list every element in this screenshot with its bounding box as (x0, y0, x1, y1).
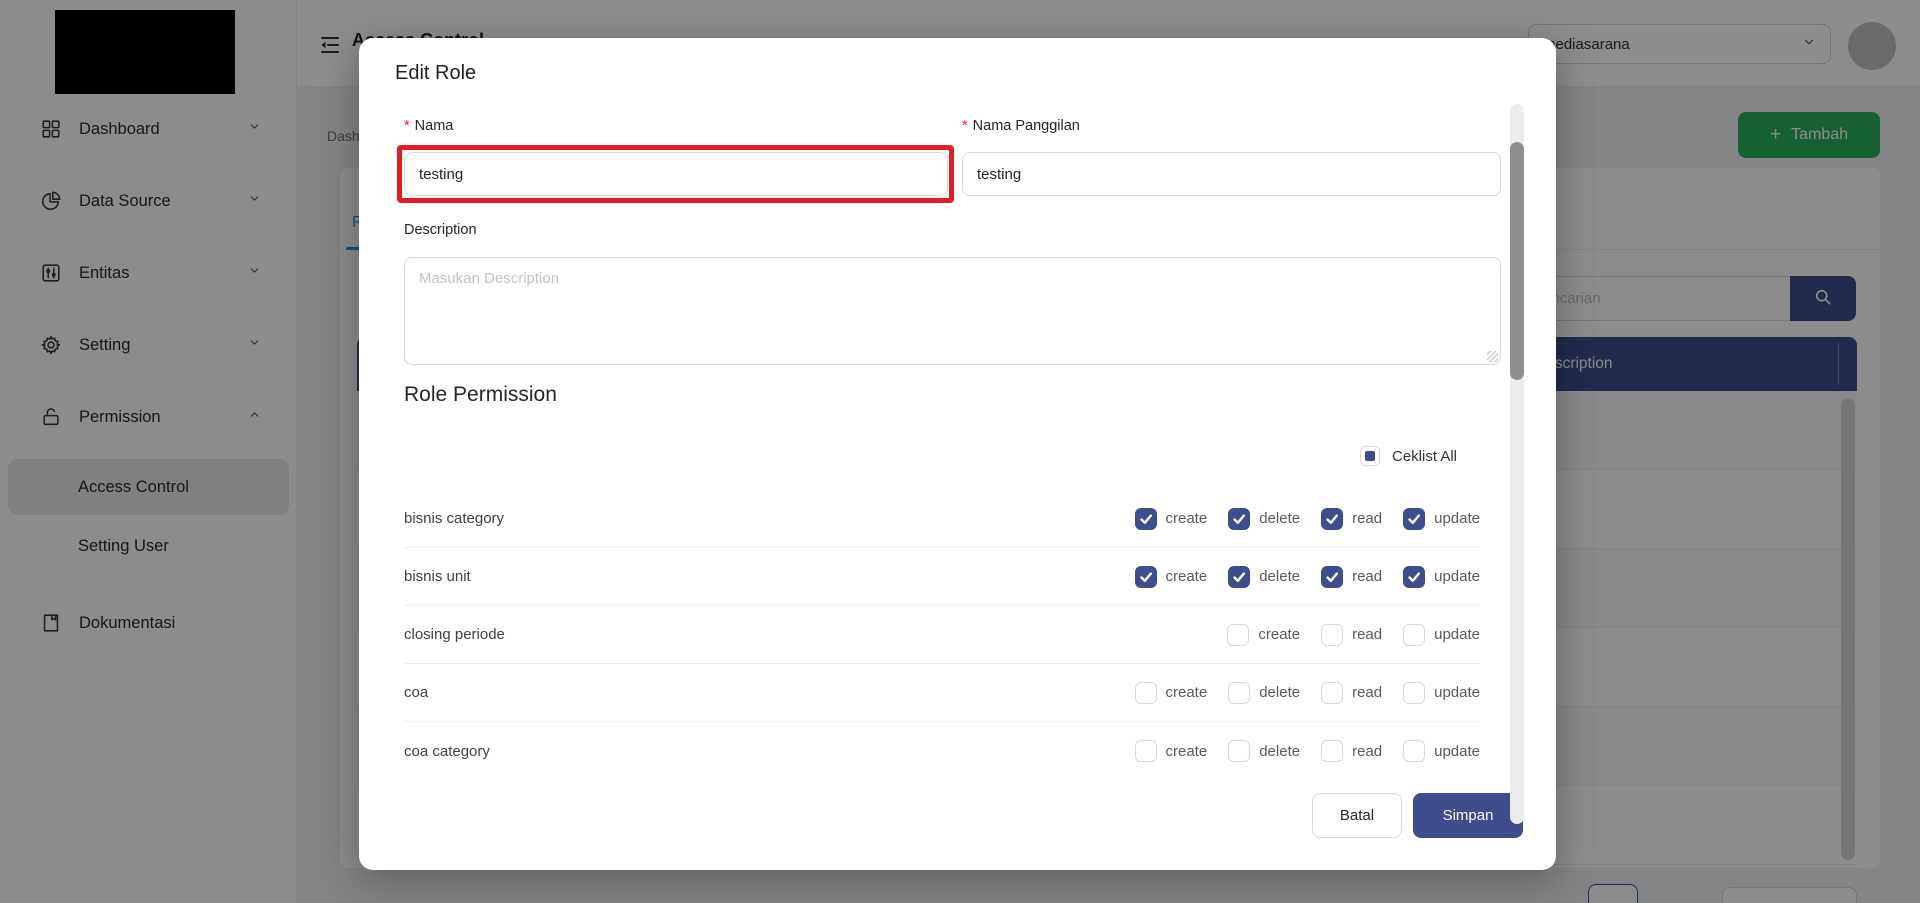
nama-label: *Nama (404, 118, 453, 134)
checkbox-label: read (1352, 510, 1382, 527)
role-permission-heading: Role Permission (404, 383, 557, 407)
checkbox-label: delete (1259, 510, 1300, 527)
checkbox-unchecked[interactable] (1321, 624, 1343, 646)
permission-checkbox-delete[interactable]: delete (1228, 566, 1300, 588)
checkbox-unchecked[interactable] (1321, 682, 1343, 704)
permission-checkbox-delete[interactable]: delete (1228, 682, 1300, 704)
checkbox-label: create (1258, 626, 1300, 643)
checkbox-unchecked[interactable] (1135, 682, 1157, 704)
checkbox-label: read (1352, 568, 1382, 585)
permission-checkbox-create[interactable]: create (1135, 508, 1208, 530)
checkbox-checked-icon[interactable] (1321, 566, 1343, 588)
permission-checkbox-update[interactable]: update (1403, 740, 1480, 762)
permission-checkbox-read[interactable]: read (1321, 740, 1382, 762)
permission-checkbox-create[interactable]: create (1227, 624, 1300, 646)
permission-checkbox-update[interactable]: update (1403, 508, 1480, 530)
permission-checkbox-read[interactable]: read (1321, 682, 1382, 704)
modal-scrollbar-thumb[interactable] (1510, 142, 1524, 380)
nama-panggilan-input[interactable] (962, 152, 1501, 196)
resize-handle-icon[interactable] (1487, 351, 1498, 362)
checkbox-label: read (1352, 684, 1382, 701)
checkbox-label: create (1166, 684, 1208, 701)
checkbox-label: delete (1259, 684, 1300, 701)
required-mark: * (404, 118, 410, 134)
checkbox-label: read (1352, 626, 1382, 643)
permission-actions: create delete read update (1135, 508, 1481, 530)
checkbox-unchecked[interactable] (1227, 624, 1249, 646)
permission-checkbox-read[interactable]: read (1321, 624, 1382, 646)
edit-role-modal: Edit Role *Nama *Nama Panggilan Descript… (359, 38, 1556, 870)
checkbox-label: update (1434, 568, 1480, 585)
checkbox-label: delete (1259, 743, 1300, 760)
permission-checkbox-create[interactable]: create (1135, 682, 1208, 704)
checkbox-checked-icon[interactable] (1135, 508, 1157, 530)
permission-checkbox-read[interactable]: read (1321, 508, 1382, 530)
permission-row: coa create delete read update (404, 664, 1480, 722)
checkbox-checked-icon[interactable] (1135, 566, 1157, 588)
permission-name: bisnis category (404, 510, 504, 527)
checkbox-checked-icon[interactable] (1403, 508, 1425, 530)
checkbox-label: create (1166, 568, 1208, 585)
permission-checkbox-create[interactable]: create (1135, 566, 1208, 588)
required-mark: * (962, 118, 968, 134)
checkbox-label: update (1434, 743, 1480, 760)
permission-checkbox-update[interactable]: update (1403, 624, 1480, 646)
checkbox-unchecked[interactable] (1228, 682, 1250, 704)
permission-name: closing periode (404, 626, 505, 643)
nama-panggilan-label: *Nama Panggilan (962, 118, 1080, 134)
check-all-label: Ceklist All (1392, 448, 1457, 465)
checkbox-unchecked[interactable] (1403, 682, 1425, 704)
checkbox-label: create (1166, 743, 1208, 760)
permission-row: bisnis unit create delete read update (404, 548, 1480, 606)
permission-name: coa category (404, 743, 490, 760)
permission-checkbox-delete[interactable]: delete (1228, 508, 1300, 530)
nama-input[interactable] (404, 152, 948, 196)
permission-row: coa category create delete read update (404, 722, 1480, 780)
permission-row: closing periode create read update (404, 606, 1480, 664)
permission-list: bisnis categorycreatedeletereadupdatebis… (404, 490, 1480, 780)
permission-row: bisnis category create delete read update (404, 490, 1480, 548)
checkbox-checked-icon[interactable] (1403, 566, 1425, 588)
permission-checkbox-read[interactable]: read (1321, 566, 1382, 588)
permission-actions: create read update (1227, 624, 1480, 646)
checkbox-unchecked[interactable] (1403, 740, 1425, 762)
check-all[interactable]: Ceklist All (1360, 446, 1457, 466)
checkbox-checked-icon[interactable] (1228, 566, 1250, 588)
description-textarea[interactable] (404, 257, 1501, 365)
permission-actions: create delete read update (1135, 566, 1481, 588)
checkbox-label: update (1434, 510, 1480, 527)
checkbox-unchecked[interactable] (1403, 624, 1425, 646)
permission-checkbox-create[interactable]: create (1135, 740, 1208, 762)
modal-title: Edit Role (395, 62, 476, 85)
description-label: Description (404, 222, 477, 238)
checkbox-unchecked[interactable] (1135, 740, 1157, 762)
modal-scrollbar-track[interactable] (1510, 104, 1524, 824)
permission-name: coa (404, 684, 428, 701)
modal-footer: Batal Simpan (1312, 793, 1523, 838)
cancel-button[interactable]: Batal (1312, 793, 1402, 838)
checkbox-label: update (1434, 684, 1480, 701)
permission-checkbox-delete[interactable]: delete (1228, 740, 1300, 762)
check-all-checkbox[interactable] (1360, 446, 1380, 466)
permission-actions: create delete read update (1135, 740, 1481, 762)
checkbox-label: create (1166, 510, 1208, 527)
permission-actions: create delete read update (1135, 682, 1481, 704)
checkbox-unchecked[interactable] (1228, 740, 1250, 762)
checkbox-checked-icon[interactable] (1228, 508, 1250, 530)
permission-checkbox-update[interactable]: update (1403, 566, 1480, 588)
checkbox-checked-icon[interactable] (1321, 508, 1343, 530)
permission-checkbox-update[interactable]: update (1403, 682, 1480, 704)
permission-name: bisnis unit (404, 568, 471, 585)
checkbox-unchecked[interactable] (1321, 740, 1343, 762)
checkbox-label: read (1352, 743, 1382, 760)
checkbox-label: delete (1259, 568, 1300, 585)
save-button[interactable]: Simpan (1413, 793, 1523, 838)
checkbox-label: update (1434, 626, 1480, 643)
